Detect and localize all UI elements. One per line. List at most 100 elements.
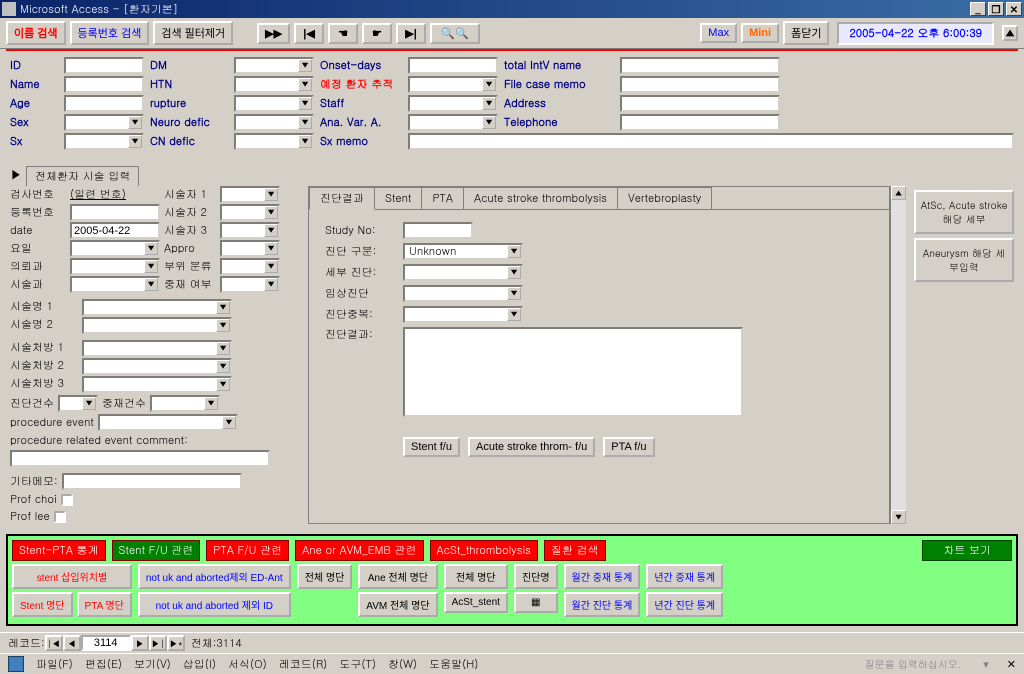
- pevent-combo[interactable]: ▼: [98, 414, 238, 431]
- etc-field[interactable]: [62, 473, 242, 490]
- op3-combo[interactable]: ▼: [220, 222, 280, 239]
- date-field[interactable]: [70, 222, 160, 239]
- nav-first-button[interactable]: ▶▶: [257, 23, 290, 44]
- appro-combo[interactable]: ▼: [220, 240, 280, 257]
- filter-remove-button[interactable]: 검색 필터제거: [153, 21, 233, 45]
- nav-hand-left-button[interactable]: ☚: [328, 23, 358, 44]
- htn-combo[interactable]: ▼: [234, 76, 314, 93]
- tab-acute[interactable]: Acute stroke thrombolysis: [463, 187, 618, 209]
- help-dropdown-icon[interactable]: ▾: [983, 657, 989, 672]
- menu-format[interactable]: 서식(O): [228, 657, 267, 672]
- rx3-combo[interactable]: ▼: [82, 376, 232, 393]
- acst-stent-button[interactable]: AcSt_stent: [444, 592, 508, 613]
- menu-tools[interactable]: 도구(T): [339, 657, 376, 672]
- name-field[interactable]: [64, 76, 144, 93]
- tab-vertebro[interactable]: Vertebroplasty: [617, 187, 712, 209]
- dm-combo[interactable]: ▼: [234, 57, 314, 74]
- nav-prev-button[interactable]: |◀: [294, 23, 324, 44]
- monthly-interv-button[interactable]: 월간 중재 통계: [564, 564, 641, 589]
- id-field[interactable]: [64, 57, 144, 74]
- req-combo[interactable]: ▼: [70, 258, 160, 275]
- icon-button[interactable]: ▦: [514, 592, 558, 613]
- dept-combo[interactable]: ▼: [70, 276, 160, 293]
- center-scrollbar[interactable]: ▲ ▼: [890, 186, 906, 524]
- studyno-field[interactable]: [403, 222, 473, 239]
- ana-combo[interactable]: ▼: [408, 114, 498, 131]
- ane-all-button[interactable]: Ane 전체 명단: [358, 564, 437, 589]
- tel-field[interactable]: [620, 114, 780, 131]
- intv-field[interactable]: [620, 57, 780, 74]
- rec-last-button[interactable]: ▶|: [149, 635, 167, 651]
- diagclass-combo[interactable]: Unknown▼: [403, 243, 523, 260]
- tab-pta[interactable]: PTA: [421, 187, 464, 209]
- op2-combo[interactable]: ▼: [220, 204, 280, 221]
- stent-pos-button[interactable]: stent 삽입위치별: [12, 564, 132, 589]
- close-button[interactable]: ✕: [1006, 2, 1022, 16]
- address-field[interactable]: [620, 95, 780, 112]
- binoculars-button[interactable]: 🔍🔍: [430, 23, 480, 44]
- scroll-down-icon[interactable]: ▼: [891, 510, 906, 524]
- menu-view[interactable]: 보기(V): [134, 657, 171, 672]
- sx-combo[interactable]: ▼: [64, 133, 144, 150]
- sxmemo-field[interactable]: [408, 133, 1014, 150]
- close-doc-icon[interactable]: ✕: [1007, 657, 1016, 672]
- rec-new-button[interactable]: ▶*: [167, 635, 185, 651]
- dup-combo[interactable]: ▼: [403, 306, 523, 323]
- menu-file[interactable]: 파일(F): [36, 657, 73, 672]
- restore-button[interactable]: ❐: [988, 2, 1004, 16]
- schedule-combo[interactable]: ▼: [408, 76, 498, 93]
- notuk1-button[interactable]: not uk and aborted제외 ED-Ant: [138, 564, 291, 589]
- notuk2-button[interactable]: not uk and aborted 제외 ID: [138, 592, 291, 617]
- scroll-up-button[interactable]: ▲: [1002, 25, 1018, 41]
- max-button[interactable]: Max: [700, 23, 737, 43]
- form-close-button[interactable]: 폼닫기: [783, 21, 829, 45]
- staff-combo[interactable]: ▼: [408, 95, 498, 112]
- pcomment-field[interactable]: [10, 450, 270, 467]
- acst-all-button[interactable]: 전체 명단: [444, 564, 508, 589]
- sex-combo[interactable]: ▼: [64, 114, 144, 131]
- rx2-combo[interactable]: ▼: [82, 358, 232, 375]
- onset-field[interactable]: [408, 57, 498, 74]
- menu-records[interactable]: 레코드(R): [279, 657, 328, 672]
- yearly-interv-button[interactable]: 년간 중재 통계: [646, 564, 723, 589]
- menu-help[interactable]: 도움말(H): [429, 657, 478, 672]
- scroll-up-icon[interactable]: ▲: [891, 186, 906, 200]
- neuro-combo[interactable]: ▼: [234, 114, 314, 131]
- mini-button[interactable]: Mini: [741, 23, 779, 43]
- menu-window[interactable]: 창(W): [388, 657, 417, 672]
- rx1-combo[interactable]: ▼: [82, 340, 232, 357]
- tab-stent[interactable]: Stent: [374, 187, 422, 209]
- profc-checkbox[interactable]: [61, 494, 73, 506]
- rupture-combo[interactable]: ▼: [234, 95, 314, 112]
- nav-hand-right-button[interactable]: ☛: [362, 23, 392, 44]
- cn-combo[interactable]: ▼: [234, 133, 314, 150]
- menu-insert[interactable]: 삽입(I): [183, 657, 216, 672]
- pta-list-button[interactable]: PTA 명단: [77, 592, 132, 617]
- acute-fu-button[interactable]: Acute stroke throm- f/u: [468, 437, 595, 457]
- nav-next-button[interactable]: ▶|: [396, 23, 426, 44]
- day-combo[interactable]: ▼: [70, 240, 160, 257]
- rec-next-button[interactable]: ▶: [131, 635, 149, 651]
- row-selector-icon[interactable]: ▶: [10, 166, 22, 183]
- profl-checkbox[interactable]: [54, 511, 66, 523]
- stent-list-button[interactable]: Stent 명단: [12, 592, 73, 617]
- section-tab[interactable]: 전체환자 시술 입력: [26, 166, 139, 186]
- minimize-button[interactable]: _: [970, 2, 986, 16]
- yearly-diag-button[interactable]: 년간 진단 통계: [646, 592, 723, 617]
- stent-fu-button[interactable]: Stent f/u: [403, 437, 460, 457]
- diag-name-button[interactable]: 진단명: [514, 564, 558, 589]
- all-list-button[interactable]: 전체 명단: [297, 564, 353, 589]
- monthly-diag-button[interactable]: 월간 진단 통계: [564, 592, 641, 617]
- pta-fu-button[interactable]: PTA f/u: [603, 437, 654, 457]
- regno-search-button[interactable]: 등록번호 검색: [70, 21, 150, 45]
- name-search-button[interactable]: 이름 검색: [6, 21, 66, 45]
- result-textarea[interactable]: [403, 327, 743, 417]
- rec-first-button[interactable]: |◀: [45, 635, 63, 651]
- clinical-combo[interactable]: ▼: [403, 285, 523, 302]
- menu-edit[interactable]: 편집(E): [85, 657, 122, 672]
- tab-diagnosis[interactable]: 진단결과: [309, 187, 375, 210]
- intervcnt-combo[interactable]: ▼: [150, 395, 220, 412]
- age-field[interactable]: [64, 95, 144, 112]
- rec-prev-button[interactable]: ◀: [63, 635, 81, 651]
- interv-combo[interactable]: ▼: [220, 276, 280, 293]
